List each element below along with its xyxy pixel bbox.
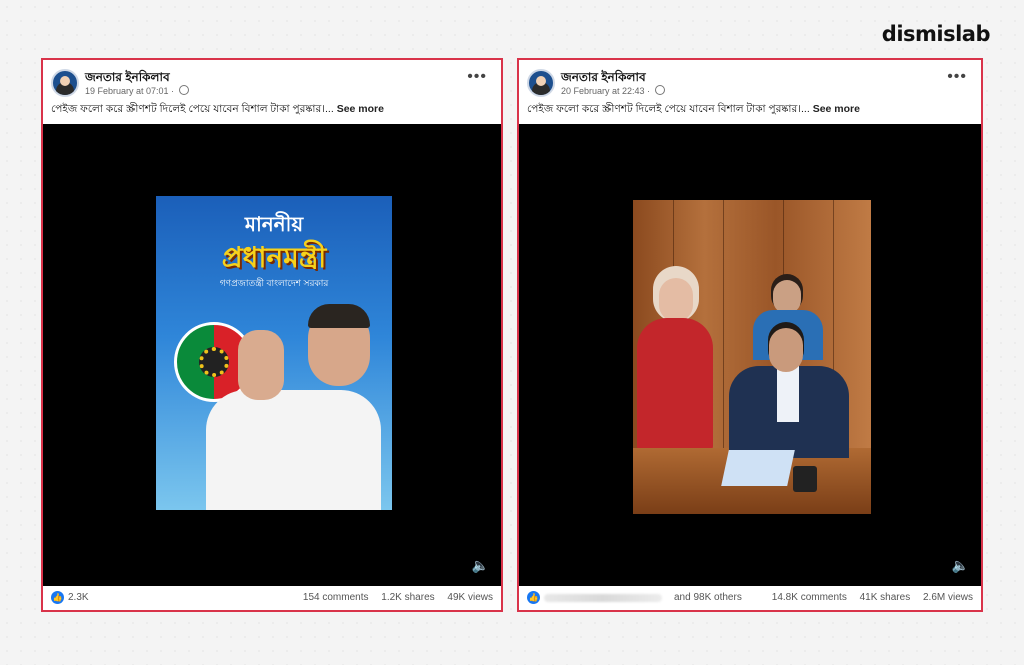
- view-count: 2.6M views: [922, 592, 973, 603]
- thumb-subtitle: গণপ্রজাতন্ত্রী বাংলাদেশ সরকার: [219, 278, 329, 288]
- blurred-names: [544, 594, 662, 602]
- post-header: জনতার ইনকিলাব 20 February at 22:43 · •••…: [519, 60, 981, 124]
- see-more-link[interactable]: See more: [337, 103, 384, 115]
- video-thumbnail: [633, 200, 871, 514]
- post-meta: 20 February at 22:43 ·: [561, 85, 665, 96]
- video-player[interactable]: মাননীয় প্রধানমন্ত্রী গণপ্রজাতন্ত্রী বাং…: [43, 124, 501, 586]
- video-thumbnail: মাননীয় প্রধানমন্ত্রী গণপ্রজাতন্ত্রী বাং…: [156, 196, 392, 510]
- mute-icon[interactable]: 🔈: [952, 557, 969, 574]
- man-figure: [196, 300, 386, 510]
- woman-red-saree: [637, 278, 713, 452]
- share-count[interactable]: 41K shares: [860, 592, 911, 603]
- post-date[interactable]: 19 February at 07:01 ·: [85, 86, 174, 96]
- mute-icon[interactable]: 🔈: [472, 557, 489, 574]
- caption-text: পেইজ ফলো করে স্ক্রীণশট দিলেই পেয়ে যাবেন…: [527, 103, 810, 115]
- view-count: 49K views: [447, 592, 493, 603]
- post-footer: 👍 and 98K others 14.8K comments 41K shar…: [519, 586, 981, 610]
- caption-text: পেইজ ফলো করে স্ক্রীণশট দিলেই পেয়ে যাবেন…: [51, 103, 334, 115]
- post-footer: 👍 2.3K 154 comments 1.2K shares 49K view…: [43, 586, 501, 610]
- engagement-stats: 14.8K comments 41K shares 2.6M views: [762, 592, 973, 603]
- comment-count[interactable]: 154 comments: [303, 592, 369, 603]
- like-count[interactable]: 2.3K: [68, 592, 89, 603]
- page-avatar[interactable]: [527, 69, 555, 97]
- facebook-post-1: জনতার ইনকিলাব 19 February at 07:01 · •••…: [41, 58, 503, 612]
- man-at-desk: [729, 328, 849, 458]
- like-icon[interactable]: 👍: [527, 591, 540, 604]
- engagement-stats: 154 comments 1.2K shares 49K views: [293, 592, 493, 603]
- facebook-post-2: জনতার ইনকিলাব 20 February at 22:43 · •••…: [517, 58, 983, 612]
- share-count[interactable]: 1.2K shares: [381, 592, 434, 603]
- post-meta: 19 February at 07:01 ·: [85, 85, 189, 96]
- more-dots-icon[interactable]: •••: [947, 68, 967, 86]
- comment-count[interactable]: 14.8K comments: [772, 592, 847, 603]
- reaction-others[interactable]: and 98K others: [674, 592, 742, 603]
- like-icon[interactable]: 👍: [51, 591, 64, 604]
- post-date[interactable]: 20 February at 22:43 ·: [561, 86, 650, 96]
- video-player[interactable]: 🔈: [519, 124, 981, 586]
- pen-holder: [793, 466, 817, 492]
- more-dots-icon[interactable]: •••: [467, 68, 487, 86]
- post-caption: পেইজ ফলো করে স্ক্রীণশট দিলেই পেয়ে যাবেন…: [51, 102, 384, 119]
- globe-icon: [654, 85, 665, 95]
- post-header: জনতার ইনকিলাব 19 February at 07:01 · •••…: [43, 60, 501, 124]
- see-more-link[interactable]: See more: [813, 103, 860, 115]
- document: [721, 450, 795, 486]
- brand-logo: dismislab: [881, 22, 991, 46]
- globe-icon: [178, 85, 189, 95]
- post-caption: পেইজ ফলো করে স্ক্রীণশট দিলেই পেয়ে যাবেন…: [527, 102, 860, 119]
- page-avatar[interactable]: [51, 69, 79, 97]
